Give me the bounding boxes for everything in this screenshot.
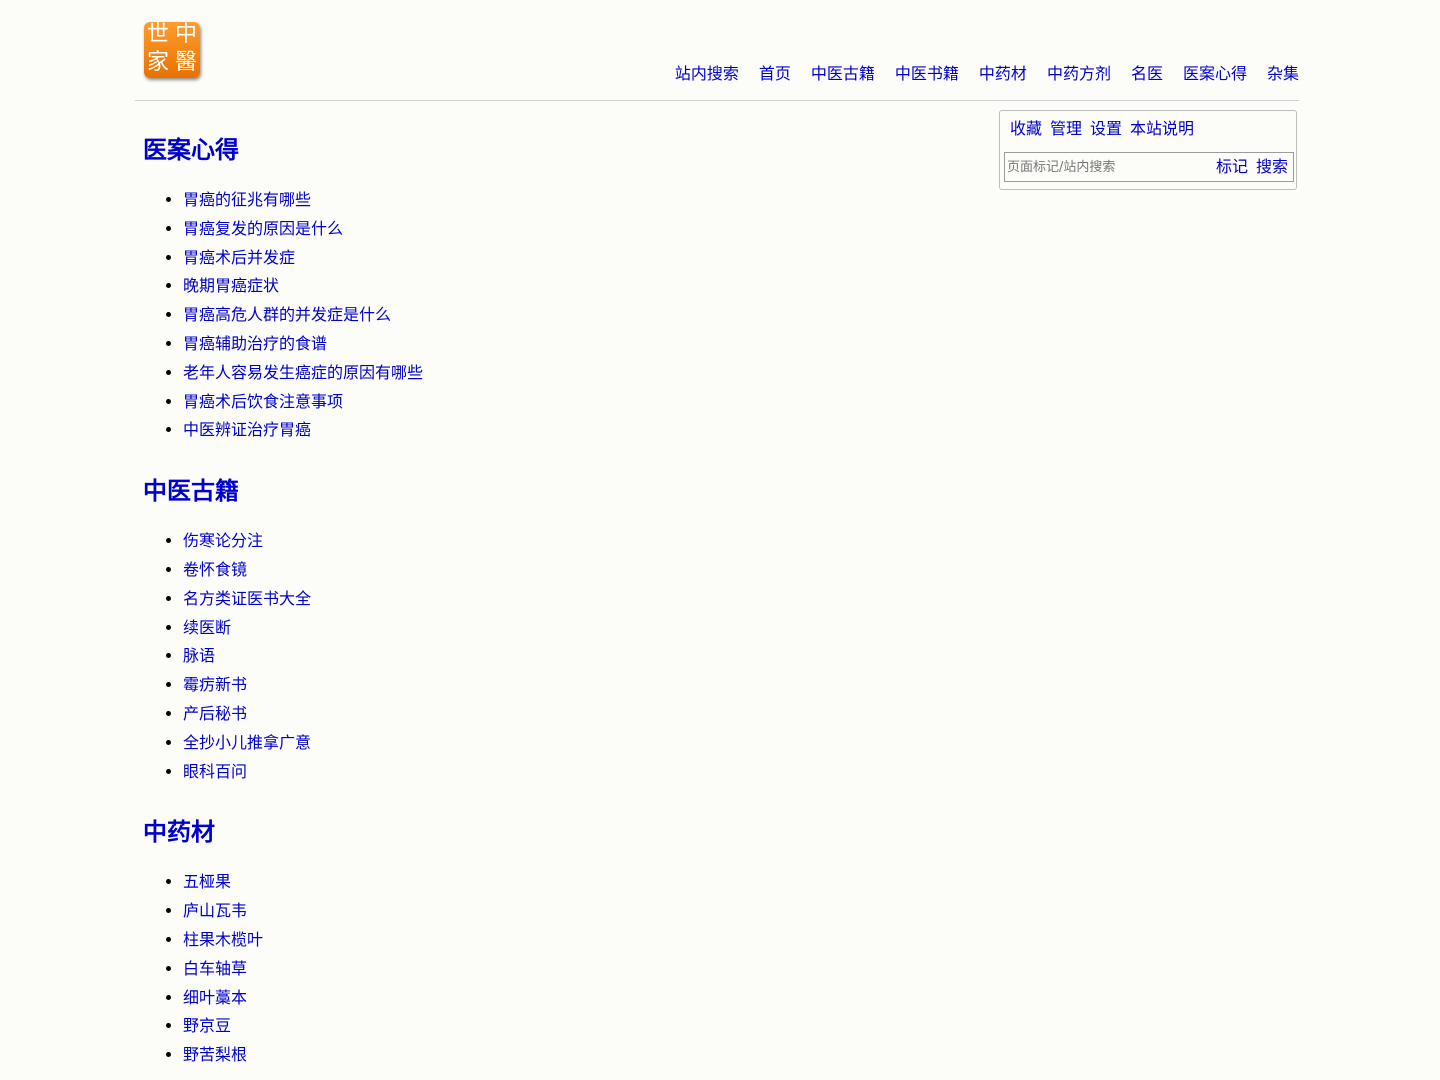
list-item: 胃癌高危人群的并发症是什么 <box>183 301 963 330</box>
side-tool-links: 收藏 管理 设置 本站说明 <box>1010 118 1194 140</box>
site-header: 世 中 家 醫 站内搜索 首页 中医古籍 中医书籍 中药材 中药方剂 名医 医案… <box>135 0 1299 101</box>
herbs-list: 五桠果 庐山瓦韦 柱果木榄叶 白车轴草 细叶藁本 野京豆 野苦梨根 <box>143 868 963 1070</box>
list-item: 脉语 <box>183 642 963 671</box>
side-search-box: 标记 搜索 <box>1004 152 1294 182</box>
book-link[interactable]: 伤寒论分注 <box>183 531 263 550</box>
book-link[interactable]: 名方类证医书大全 <box>183 589 311 608</box>
section-title: 医案心得 <box>143 136 239 164</box>
article-link[interactable]: 胃癌的征兆有哪些 <box>183 190 311 209</box>
book-link[interactable]: 眼科百问 <box>183 762 247 781</box>
favorite-link[interactable]: 收藏 <box>1010 118 1042 140</box>
list-item: 庐山瓦韦 <box>183 897 963 926</box>
list-item: 胃癌复发的原因是什么 <box>183 215 963 244</box>
nav-miscellany[interactable]: 杂集 <box>1267 62 1299 86</box>
article-link[interactable]: 胃癌术后并发症 <box>183 248 295 267</box>
settings-link[interactable]: 设置 <box>1090 118 1122 140</box>
site-info-link[interactable]: 本站说明 <box>1130 118 1194 140</box>
tcm-classics-list: 伤寒论分注 卷怀食镜 名方类证医书大全 续医断 脉语 霉疠新书 产后秘书 全抄小… <box>143 527 963 786</box>
book-link[interactable]: 脉语 <box>183 646 215 665</box>
list-item: 胃癌的征兆有哪些 <box>183 186 963 215</box>
book-link[interactable]: 产后秘书 <box>183 704 247 723</box>
section-case-notes: 医案心得 胃癌的征兆有哪些 胃癌复发的原因是什么 胃癌术后并发症 晚期胃癌症状 … <box>143 126 963 445</box>
nav-tcm-books[interactable]: 中医书籍 <box>895 62 959 86</box>
nav-home[interactable]: 首页 <box>759 62 791 86</box>
article-link[interactable]: 老年人容易发生癌症的原因有哪些 <box>183 363 423 382</box>
article-link[interactable]: 胃癌辅助治疗的食谱 <box>183 334 327 353</box>
herb-link[interactable]: 白车轴草 <box>183 959 247 978</box>
manage-link[interactable]: 管理 <box>1050 118 1082 140</box>
list-item: 名方类证医书大全 <box>183 585 963 614</box>
list-item: 野苦梨根 <box>183 1041 963 1070</box>
herb-link[interactable]: 庐山瓦韦 <box>183 901 247 920</box>
section-tcm-classics: 中医古籍 伤寒论分注 卷怀食镜 名方类证医书大全 续医断 脉语 霉疠新书 产后秘… <box>143 467 963 786</box>
list-item: 五桠果 <box>183 868 963 897</box>
nav-site-search[interactable]: 站内搜索 <box>675 62 739 86</box>
list-item: 胃癌辅助治疗的食谱 <box>183 330 963 359</box>
case-notes-list: 胃癌的征兆有哪些 胃癌复发的原因是什么 胃癌术后并发症 晚期胃癌症状 胃癌高危人… <box>143 186 963 445</box>
logo-char: 中 <box>174 22 197 47</box>
page: 世 中 家 醫 站内搜索 首页 中医古籍 中医书籍 中药材 中药方剂 名医 医案… <box>0 0 1440 1080</box>
list-item: 中医辨证治疗胃癌 <box>183 416 963 445</box>
list-item: 全抄小儿推拿广意 <box>183 729 963 758</box>
list-item: 野京豆 <box>183 1012 963 1041</box>
article-link[interactable]: 中医辨证治疗胃癌 <box>183 420 311 439</box>
herb-link[interactable]: 五桠果 <box>183 872 231 891</box>
article-link[interactable]: 胃癌高危人群的并发症是什么 <box>183 305 391 324</box>
herb-link[interactable]: 野苦梨根 <box>183 1045 247 1064</box>
nav-tcm-classics[interactable]: 中医古籍 <box>811 62 875 86</box>
nav-famous-doctors[interactable]: 名医 <box>1131 62 1163 86</box>
list-item: 眼科百问 <box>183 758 963 787</box>
section-title: 中医古籍 <box>143 477 239 506</box>
list-item: 胃癌术后饮食注意事项 <box>183 388 963 417</box>
section-title: 中药材 <box>143 818 215 847</box>
nav-herbs[interactable]: 中药材 <box>979 62 1027 86</box>
article-link[interactable]: 晚期胃癌症状 <box>183 276 279 295</box>
nav-prescriptions[interactable]: 中药方剂 <box>1047 62 1111 86</box>
herb-link[interactable]: 柱果木榄叶 <box>183 930 263 949</box>
side-search-actions: 标记 搜索 <box>1216 156 1288 178</box>
book-link[interactable]: 霉疠新书 <box>183 675 247 694</box>
list-item: 卷怀食镜 <box>183 556 963 585</box>
section-herbs: 中药材 五桠果 庐山瓦韦 柱果木榄叶 白车轴草 细叶藁本 野京豆 野苦梨根 <box>143 808 963 1070</box>
herb-link[interactable]: 野京豆 <box>183 1016 231 1035</box>
article-link[interactable]: 胃癌术后饮食注意事项 <box>183 392 343 411</box>
herb-link[interactable]: 细叶藁本 <box>183 988 247 1007</box>
list-item: 霉疠新书 <box>183 671 963 700</box>
list-item: 续医断 <box>183 614 963 643</box>
search-button[interactable]: 搜索 <box>1256 156 1288 178</box>
list-item: 白车轴草 <box>183 955 963 984</box>
book-link[interactable]: 续医断 <box>183 618 231 637</box>
mark-button[interactable]: 标记 <box>1216 156 1248 178</box>
main-content: 医案心得 胃癌的征兆有哪些 胃癌复发的原因是什么 胃癌术后并发症 晚期胃癌症状 … <box>143 126 963 1080</box>
list-item: 伤寒论分注 <box>183 527 963 556</box>
book-link[interactable]: 全抄小儿推拿广意 <box>183 733 311 752</box>
logo-char: 家 <box>146 50 169 75</box>
list-item: 细叶藁本 <box>183 984 963 1013</box>
list-item: 胃癌术后并发症 <box>183 244 963 273</box>
site-logo[interactable]: 世 中 家 醫 <box>144 22 200 78</box>
logo-char: 世 <box>146 22 169 47</box>
list-item: 产后秘书 <box>183 700 963 729</box>
logo-char: 醫 <box>174 50 197 75</box>
list-item: 老年人容易发生癌症的原因有哪些 <box>183 359 963 388</box>
top-navigation: 站内搜索 首页 中医古籍 中医书籍 中药材 中药方剂 名医 医案心得 杂集 <box>675 62 1299 86</box>
book-link[interactable]: 卷怀食镜 <box>183 560 247 579</box>
list-item: 柱果木榄叶 <box>183 926 963 955</box>
nav-case-notes[interactable]: 医案心得 <box>1183 62 1247 86</box>
side-tool-box: 收藏 管理 设置 本站说明 标记 搜索 <box>999 110 1297 190</box>
page-mark-search-input[interactable] <box>1005 153 1210 181</box>
article-link[interactable]: 胃癌复发的原因是什么 <box>183 219 343 238</box>
list-item: 晚期胃癌症状 <box>183 272 963 301</box>
